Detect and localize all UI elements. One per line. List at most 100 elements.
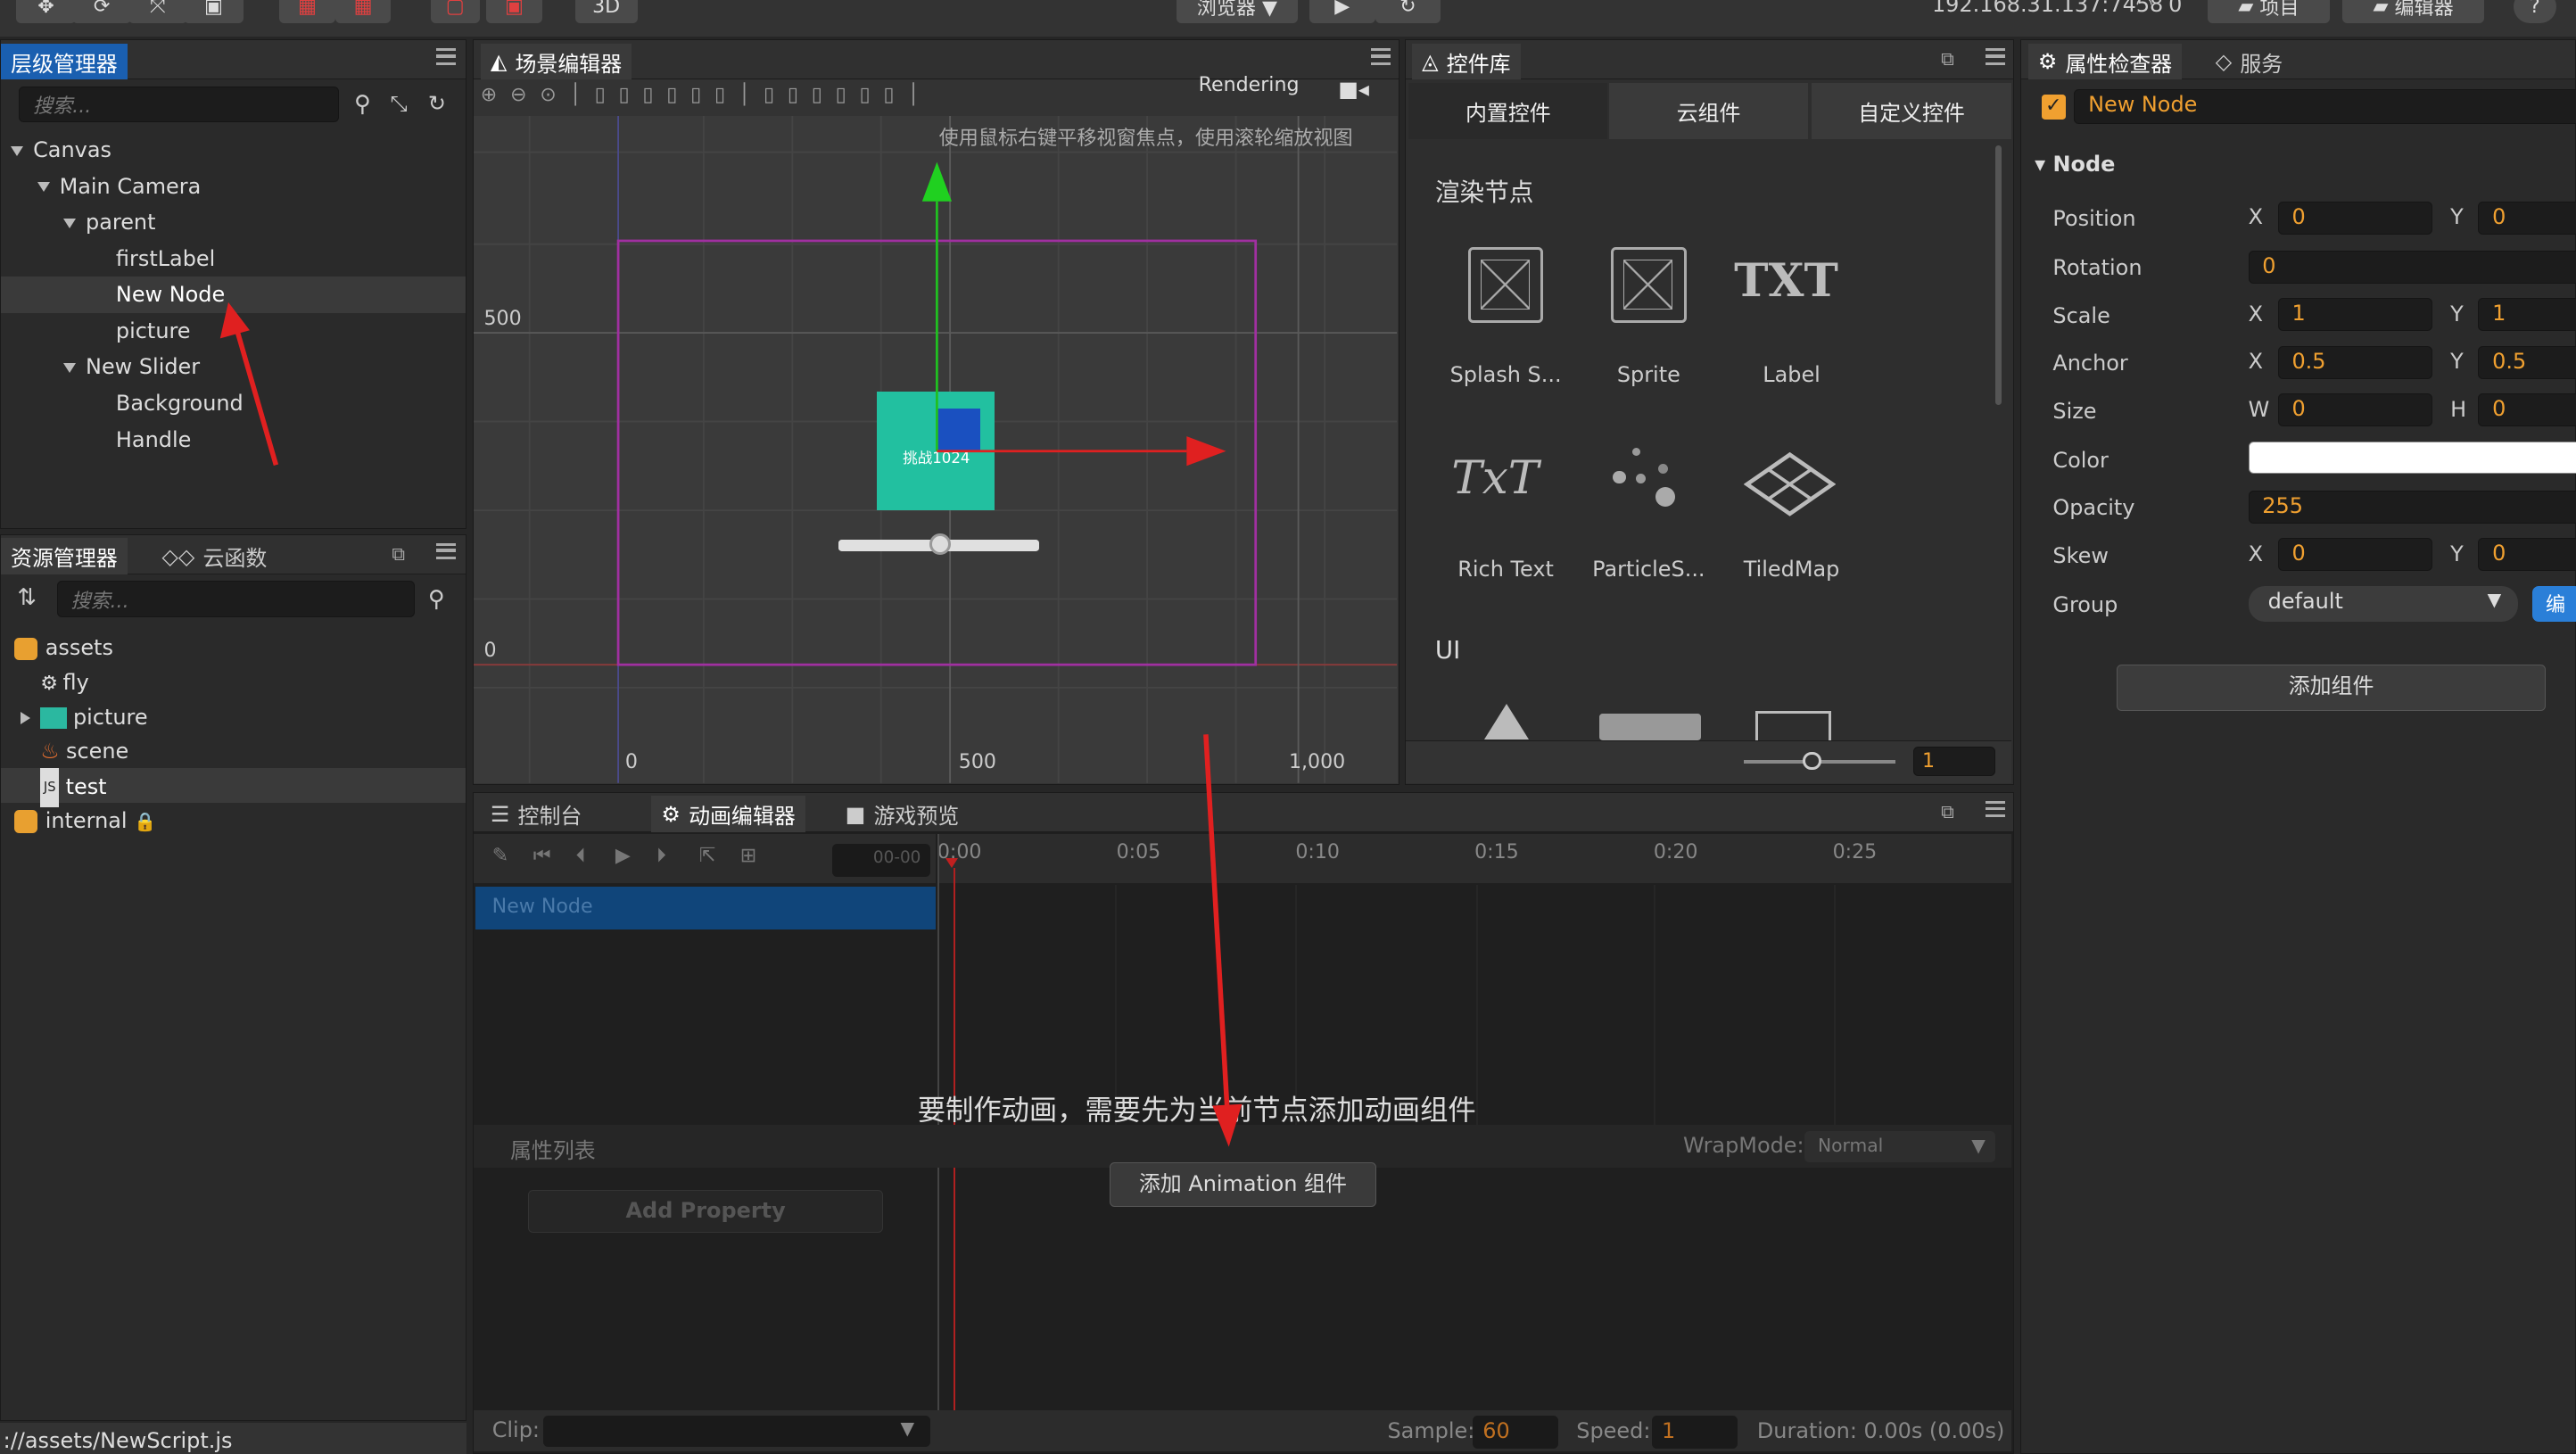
- scale-tool-icon[interactable]: ⤧: [128, 0, 187, 23]
- tab-inspector[interactable]: ⚙ 属性检查器: [2027, 43, 2183, 80]
- rotation-input[interactable]: 0: [2248, 250, 2576, 284]
- tiledmap-icon[interactable]: [1744, 451, 1837, 517]
- search-icon[interactable]: ⚲: [428, 586, 445, 613]
- richtext-icon[interactable]: TxT: [1451, 451, 1539, 505]
- node-section-header[interactable]: ▾ Node: [2035, 152, 2115, 177]
- subtab-builtin[interactable]: 内置控件: [1408, 83, 1608, 139]
- asset-assets[interactable]: assets: [13, 630, 113, 666]
- distribute-icon[interactable]: ▦: [334, 0, 392, 23]
- gizmo-arrows[interactable]: [474, 116, 1397, 783]
- tab-library[interactable]: ◬ 控件库: [1412, 43, 1521, 80]
- anchor-y-input[interactable]: 0.5: [2478, 345, 2576, 379]
- size-w-input[interactable]: 0: [2277, 393, 2432, 427]
- btn-3d[interactable]: 3D: [574, 0, 638, 23]
- popout-icon[interactable]: ⧉: [392, 543, 404, 566]
- next-frame-icon[interactable]: ⏵: [656, 844, 666, 867]
- edit-group-button[interactable]: 编: [2532, 585, 2576, 623]
- opacity-input[interactable]: 255: [2248, 490, 2576, 524]
- sprite-splash-icon[interactable]: [1467, 247, 1544, 323]
- zoom-value-input[interactable]: 1: [1912, 747, 1995, 777]
- panel-menu-icon[interactable]: [1985, 800, 2005, 818]
- chevron-right-icon[interactable]: [21, 711, 31, 724]
- tab-scene[interactable]: ◭ 场景编辑器: [480, 43, 632, 80]
- tree-node-parent[interactable]: parent: [62, 204, 156, 241]
- anchor-x-input[interactable]: 0.5: [2277, 345, 2432, 379]
- align-icon[interactable]: ▦: [279, 0, 335, 23]
- sprite-icon[interactable]: [1610, 247, 1687, 323]
- tab-cloud-functions[interactable]: ◇◇ 云函数: [152, 538, 277, 574]
- time-field[interactable]: 00-00: [831, 843, 931, 877]
- help-icon[interactable]: ?: [2513, 0, 2556, 23]
- anim-track-node[interactable]: New Node: [475, 886, 936, 929]
- play-icon[interactable]: ▶: [615, 844, 631, 867]
- chevron-down-icon[interactable]: [62, 362, 76, 373]
- search-icon[interactable]: ⚲: [354, 91, 371, 118]
- library-scrollbar[interactable]: [1994, 145, 2002, 406]
- clip-select[interactable]: ▼: [542, 1415, 931, 1447]
- collapse-icon[interactable]: ⤡: [391, 91, 408, 116]
- refresh-icon[interactable]: ↻: [428, 91, 446, 116]
- chevron-down-icon[interactable]: [62, 218, 76, 228]
- size-h-input[interactable]: 0: [2478, 393, 2576, 427]
- add-component-button[interactable]: 添加组件: [2117, 665, 2546, 711]
- prev-frame-icon[interactable]: ⏴: [576, 844, 586, 867]
- play-icon[interactable]: ▶: [1309, 0, 1375, 23]
- hierarchy-search-input[interactable]: 搜索...: [19, 86, 340, 123]
- tree-node-new-slider[interactable]: New Slider: [62, 349, 200, 385]
- rect-tool-icon[interactable]: ▣: [184, 0, 244, 23]
- jump-first-icon[interactable]: ⏮: [533, 844, 551, 867]
- button-widget-icon[interactable]: [1599, 714, 1702, 740]
- wrapmode-select[interactable]: Normal ▼: [1804, 1131, 1995, 1163]
- add-animation-component-button[interactable]: 添加 Animation 组件: [1110, 1162, 1376, 1207]
- move-tool-icon[interactable]: ✥: [16, 0, 76, 23]
- sort-icon[interactable]: ⇅: [17, 584, 37, 611]
- color-swatch[interactable]: [2248, 441, 2576, 475]
- group-select[interactable]: default ▼: [2248, 585, 2518, 623]
- tree-node-main-camera[interactable]: Main Camera: [37, 169, 201, 205]
- tab-game-preview[interactable]: ■ 游戏预览: [836, 796, 970, 832]
- assets-search-input[interactable]: 搜索...: [56, 581, 416, 617]
- label-txt-icon[interactable]: TXT: [1734, 254, 1838, 308]
- particle-icon[interactable]: [1606, 444, 1691, 520]
- popout-icon[interactable]: ⧉: [1941, 48, 1953, 70]
- rendering-toggle[interactable]: Rendering: [1199, 73, 1300, 96]
- node-name-input[interactable]: New Node: [2074, 89, 2576, 125]
- scale-x-input[interactable]: 1: [2277, 298, 2432, 332]
- widget-icon[interactable]: [1484, 704, 1530, 740]
- tree-node-picture[interactable]: picture: [116, 313, 191, 350]
- sample-input[interactable]: 60: [1473, 1415, 1559, 1449]
- asset-internal[interactable]: internal 🔒: [13, 803, 156, 839]
- panel-menu-icon[interactable]: [436, 542, 457, 560]
- chevron-down-icon[interactable]: [11, 145, 24, 156]
- asset-scene[interactable]: ♨ scene: [40, 733, 128, 770]
- gizmo-pivot-icon[interactable]: ▣: [486, 0, 542, 23]
- tree-node-firstlabel[interactable]: firstLabel: [116, 241, 215, 277]
- tab-services[interactable]: ◇ 服务: [2206, 44, 2293, 80]
- timeline-ruler[interactable]: 0:00 0:05 0:10 0:15 0:20 0:25: [937, 833, 2012, 884]
- export-icon[interactable]: ⇱: [699, 844, 716, 867]
- open-project-button[interactable]: ▰ 项目: [2208, 0, 2330, 23]
- subtab-custom[interactable]: 自定义控件: [1811, 83, 2012, 139]
- chevron-down-icon[interactable]: [37, 182, 50, 193]
- asset-picture[interactable]: picture: [21, 699, 148, 736]
- tab-hierarchy[interactable]: 层级管理器: [1, 43, 128, 80]
- asset-test[interactable]: JS test: [40, 768, 107, 808]
- tree-node-background[interactable]: Background: [116, 385, 244, 422]
- edit-mode-icon[interactable]: ✎: [492, 844, 509, 867]
- tree-node-canvas[interactable]: Canvas: [11, 132, 111, 169]
- panel-menu-icon[interactable]: [1371, 48, 1391, 65]
- panel-menu-icon[interactable]: [436, 48, 457, 65]
- tab-animation[interactable]: ⚙ 动画编辑器: [651, 796, 805, 832]
- layout-widget-icon[interactable]: [1755, 710, 1831, 740]
- position-y-input[interactable]: 0: [2478, 201, 2576, 235]
- node-active-checkbox[interactable]: ✓: [2041, 94, 2067, 120]
- preview-platform-select[interactable]: 浏览器 ▼: [1176, 0, 1298, 23]
- add-event-icon[interactable]: ⊞: [740, 844, 757, 867]
- camera-icon[interactable]: ■◂: [1338, 77, 1369, 102]
- gizmo-local-icon[interactable]: ▢: [430, 0, 480, 23]
- rotate-tool-icon[interactable]: ⟳: [72, 0, 132, 23]
- popout-icon[interactable]: ⧉: [1941, 801, 1953, 823]
- tree-node-handle[interactable]: Handle: [116, 422, 191, 459]
- zoom-slider-thumb[interactable]: [1803, 751, 1821, 770]
- position-x-input[interactable]: 0: [2277, 201, 2432, 235]
